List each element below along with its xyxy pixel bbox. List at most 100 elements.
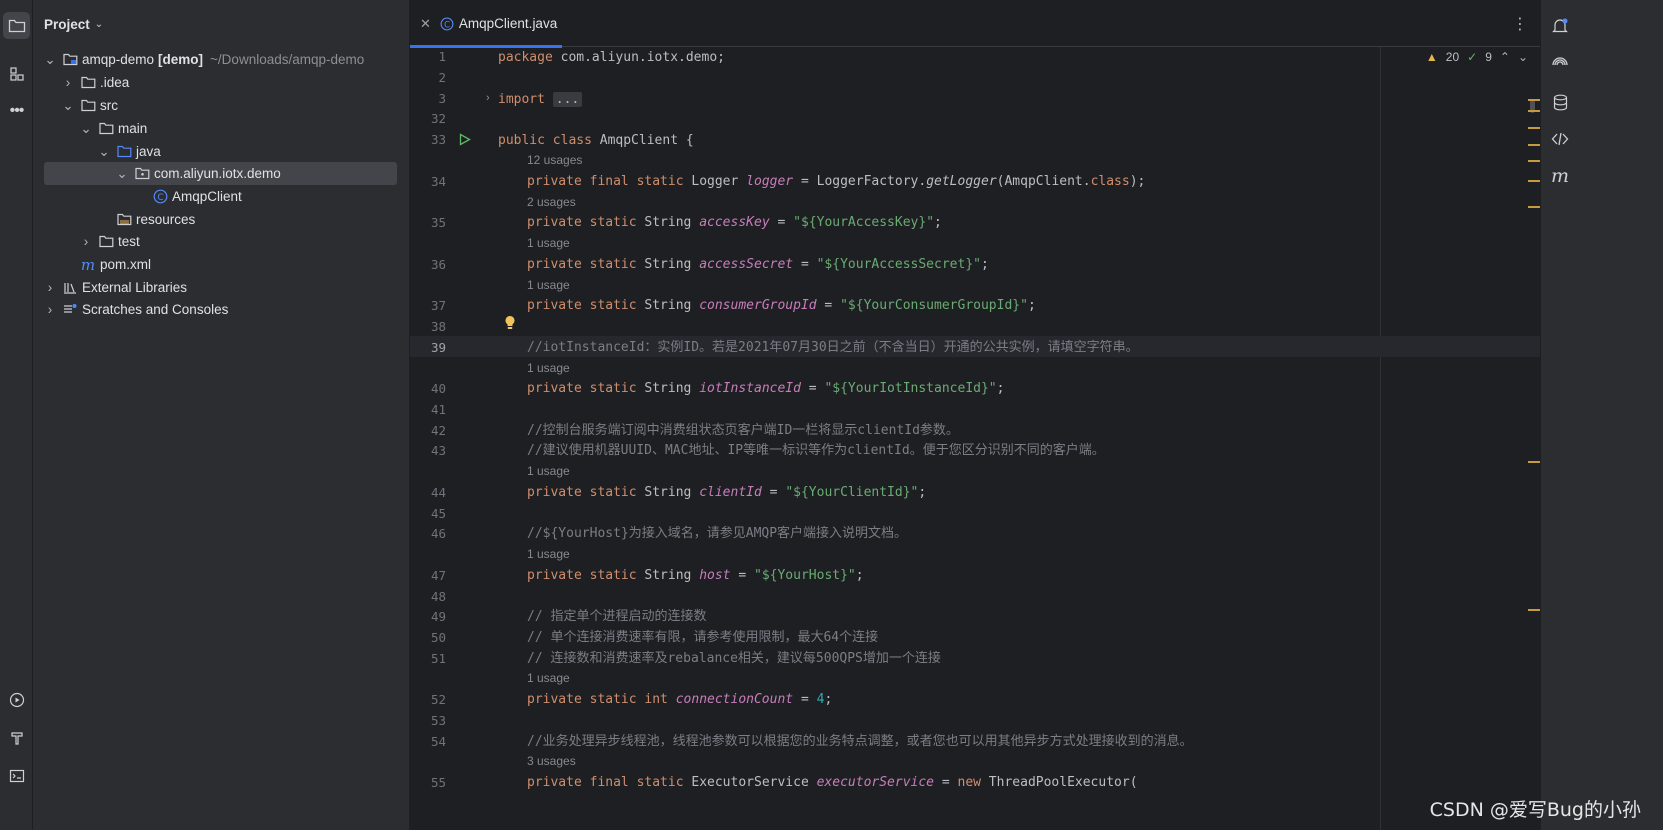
keyword: private final static (527, 174, 684, 189)
database-button[interactable] (1548, 90, 1572, 114)
usages-hint[interactable]: 1 usage (527, 233, 570, 253)
code-text: = (816, 298, 841, 313)
terminal-tool-button[interactable] (3, 762, 30, 789)
tree-item-src[interactable]: ⌄ src (44, 94, 397, 117)
tree-item-path: ~/Downloads/amqp-demo (210, 52, 365, 67)
usages-hint[interactable]: 1 usage (527, 461, 570, 481)
line-number: 42 (430, 423, 446, 438)
line-number: 1 (438, 49, 446, 64)
editor-scrollbar[interactable] (1526, 47, 1540, 830)
keyword: package (498, 50, 553, 65)
line-number: 41 (430, 402, 446, 417)
build-tool-button[interactable] (3, 724, 30, 751)
line-number: 32 (430, 111, 446, 126)
usages-hint[interactable]: 12 usages (527, 150, 582, 170)
keyword: private static (527, 257, 637, 272)
run-gutter-icon[interactable] (459, 133, 471, 146)
maven-button[interactable]: m (1548, 164, 1572, 188)
endpoints-button[interactable] (1548, 127, 1572, 151)
tab-amqpclient[interactable]: ✕ C AmqpClient.java (410, 0, 562, 48)
module-folder-icon (62, 52, 78, 68)
project-panel-title: Project (44, 17, 90, 32)
fold-expand-icon[interactable]: › (486, 92, 490, 104)
keyword: import (498, 92, 545, 107)
run-tool-button[interactable] (3, 686, 30, 713)
run-icon (9, 692, 24, 707)
tree-item-test[interactable]: › test (44, 230, 397, 253)
code-line-35: private static String accessKey = "${You… (527, 212, 942, 233)
keyword: new (957, 775, 981, 790)
code-text: = (769, 215, 794, 230)
field-name: iotInstanceId (699, 381, 801, 396)
code-text: = (793, 692, 817, 707)
usages-hint[interactable]: 2 usages (527, 192, 576, 212)
warning-stripe[interactable] (1528, 110, 1540, 112)
warning-stripe[interactable] (1528, 127, 1540, 129)
folder-icon (98, 234, 114, 250)
code-line-46: //${YourHost}为接入域名，请参见AMQP客户端接入说明文档。 (527, 526, 908, 541)
keyword: private static (527, 381, 637, 396)
tree-item-pom[interactable]: m pom.xml (44, 253, 397, 276)
tree-item-label: pom.xml (100, 257, 152, 272)
tree-item-idea[interactable]: › .idea (44, 71, 397, 94)
line-number: 50 (430, 630, 446, 645)
string-literal: "${YourConsumerGroupId}" (840, 298, 1028, 313)
more-icon: ••• (9, 101, 25, 119)
code-content[interactable]: package com.aliyun.iotx.demo; import ...… (496, 47, 1540, 830)
code-line-51: // 连接数和消费速率及rebalance相关，建议每500QPS增加一个连接 (527, 651, 941, 666)
tree-item-label: .idea (100, 75, 130, 90)
keyword: int (636, 692, 676, 707)
tree-item-scratches[interactable]: › Scratches and Consoles (44, 298, 397, 321)
line-number: 36 (430, 257, 446, 272)
line-gutter: 1 2 3 32 33 34 35 36 37 38 39 40 41 42 4… (410, 47, 515, 830)
project-tool-button[interactable] (3, 12, 30, 39)
code-text: String (636, 381, 700, 396)
code-text: (AmqpClient. (996, 174, 1091, 189)
code-text: = (793, 257, 817, 272)
warning-stripe[interactable] (1528, 206, 1540, 208)
string-literal: "${YourAccessKey}" (793, 215, 935, 230)
usages-hint[interactable]: 3 usages (527, 751, 576, 771)
chevron-down-icon: ⌄ (62, 97, 74, 113)
code-text: ); (1129, 174, 1146, 189)
warning-stripe[interactable] (1528, 180, 1540, 182)
tree-item-main[interactable]: ⌄ main (44, 117, 397, 140)
more-icon[interactable]: ⋮ (1512, 14, 1528, 34)
usages-hint[interactable]: 1 usage (527, 544, 570, 564)
notifications-button[interactable] (1548, 14, 1572, 38)
warning-stripe[interactable] (1528, 160, 1540, 162)
field-name: accessSecret (699, 257, 794, 272)
ai-assistant-button[interactable] (1548, 52, 1572, 76)
tree-item-amqpclient[interactable]: C AmqpClient (44, 185, 397, 208)
usages-hint[interactable]: 1 usage (527, 668, 570, 688)
code-text: String (636, 298, 700, 313)
keyword: public class (498, 133, 592, 148)
right-tool-strip: m (1540, 0, 1663, 830)
folded-imports[interactable]: ... (552, 92, 583, 107)
project-panel: Project ⌄ ⌄ amqp-demo [demo] ~/Downloads… (33, 0, 410, 830)
tree-item-project-root[interactable]: ⌄ amqp-demo [demo] ~/Downloads/amqp-demo (44, 48, 397, 71)
editor-tabbar: ✕ C AmqpClient.java ⋮ (410, 0, 1540, 48)
field-name: host (699, 568, 731, 583)
usages-hint[interactable]: 1 usage (527, 275, 570, 295)
tree-item-resources[interactable]: resources (44, 208, 397, 231)
tree-item-java[interactable]: ⌄ java (44, 140, 397, 163)
usages-hint[interactable]: 1 usage (527, 358, 570, 378)
more-tools-button[interactable]: ••• (3, 97, 30, 124)
tree-item-external-libraries[interactable]: › External Libraries (44, 276, 397, 299)
structure-tool-button[interactable] (3, 60, 30, 87)
code-text: AmqpClient { (591, 133, 694, 148)
build-icon (10, 731, 23, 745)
warning-stripe[interactable] (1528, 144, 1540, 146)
string-literal: "${YourHost}" (754, 568, 856, 583)
project-panel-header[interactable]: Project ⌄ (44, 17, 103, 32)
line-number: 49 (430, 609, 446, 624)
chevron-right-icon: › (65, 75, 71, 90)
warning-stripe[interactable] (1528, 461, 1540, 463)
warning-stripe[interactable] (1528, 99, 1540, 101)
warning-stripe[interactable] (1528, 609, 1540, 611)
close-icon[interactable]: ✕ (420, 16, 431, 32)
tree-item-package[interactable]: ⌄ com.aliyun.iotx.demo (44, 162, 397, 185)
line-number: 34 (430, 174, 446, 189)
left-tool-strip: ••• (0, 0, 33, 830)
